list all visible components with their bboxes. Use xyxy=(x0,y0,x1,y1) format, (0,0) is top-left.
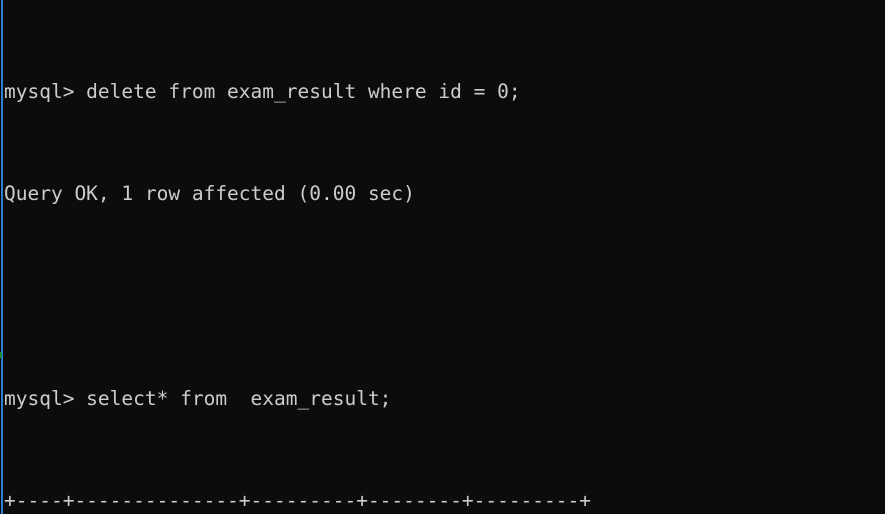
table-rule-top: +----+--------------+---------+--------+… xyxy=(4,489,591,513)
scrollbar-mark xyxy=(0,352,2,358)
command-line-delete: mysql> delete from exam_result where id … xyxy=(4,79,521,103)
command-line-select: mysql> select* from exam_result; xyxy=(4,386,392,410)
scrollbar-thumb[interactable] xyxy=(1,0,3,514)
terminal-window: mysql> delete from exam_result where id … xyxy=(0,0,885,514)
terminal-screen[interactable]: mysql> delete from exam_result where id … xyxy=(4,0,885,514)
result-line-delete: Query OK, 1 row affected (0.00 sec) xyxy=(4,182,415,206)
